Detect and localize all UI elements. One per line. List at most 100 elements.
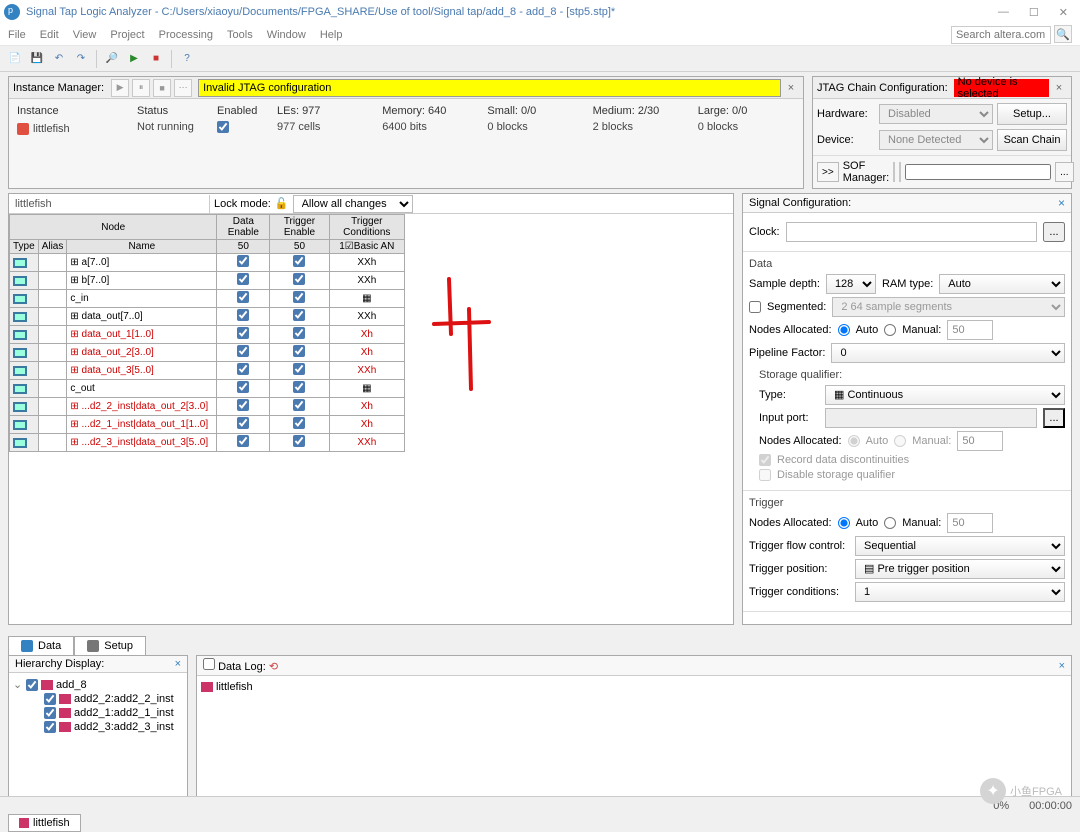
instance-row[interactable]: littlefish (13, 119, 133, 138)
menu-processing[interactable]: Processing (159, 29, 213, 41)
flow-select[interactable]: Sequential (855, 536, 1065, 556)
trigger-condition[interactable]: Xh (329, 344, 404, 362)
de-checkbox[interactable] (237, 327, 249, 339)
te-checkbox[interactable] (293, 435, 305, 447)
signal-config-close[interactable]: × (1058, 196, 1065, 210)
device-select[interactable]: None Detected (879, 130, 993, 150)
tab-data[interactable]: Data (8, 636, 74, 655)
te-checkbox[interactable] (293, 399, 305, 411)
te-checkbox[interactable] (293, 255, 305, 267)
sof-program-icon[interactable] (899, 162, 901, 182)
trigger-condition[interactable]: Xh (329, 398, 404, 416)
table-row[interactable]: ⊞ a[7..0] XXh (10, 254, 405, 272)
de-checkbox[interactable] (237, 399, 249, 411)
hier-child[interactable]: add2_1:add2_1_inst (31, 706, 183, 720)
trigger-condition[interactable]: XXh (329, 308, 404, 326)
cond-select[interactable]: 1 (855, 582, 1065, 602)
search-input[interactable] (951, 26, 1051, 44)
de-checkbox[interactable] (237, 363, 249, 375)
sof-attach-icon[interactable] (893, 162, 895, 182)
minimize-button[interactable]: — (998, 6, 1009, 19)
de-checkbox[interactable] (237, 273, 249, 285)
menu-view[interactable]: View (73, 29, 97, 41)
segmented-checkbox[interactable] (749, 301, 761, 313)
jtag-close-icon[interactable]: × (1051, 82, 1067, 94)
type-select[interactable]: ▦ Continuous (825, 385, 1065, 405)
datalog-close[interactable]: × (1059, 660, 1065, 672)
menu-file[interactable]: File (8, 29, 26, 41)
nodes-manual-radio[interactable] (884, 324, 896, 336)
trigger-condition[interactable]: XXh (329, 254, 404, 272)
datalog-refresh-icon[interactable]: ⟲ (269, 661, 278, 673)
enabled-checkbox[interactable] (217, 121, 229, 133)
im-btn-3[interactable]: ■ (153, 79, 171, 97)
maximize-button[interactable]: ☐ (1029, 6, 1039, 19)
de-checkbox[interactable] (237, 345, 249, 357)
trigger-condition[interactable]: ▦ (329, 290, 404, 308)
de-checkbox[interactable] (237, 435, 249, 447)
te-checkbox[interactable] (293, 291, 305, 303)
menu-project[interactable]: Project (110, 29, 144, 41)
te-checkbox[interactable] (293, 417, 305, 429)
te-checkbox[interactable] (293, 309, 305, 321)
menu-tools[interactable]: Tools (227, 29, 253, 41)
hier-root[interactable]: ⌄add_8 (13, 677, 183, 692)
datalog-item[interactable]: littlefish (201, 680, 1067, 694)
trigger-condition[interactable]: XXh (329, 272, 404, 290)
sof-expand-button[interactable]: >> (817, 162, 839, 182)
im-close-icon[interactable]: × (783, 82, 799, 94)
close-button[interactable]: ✕ (1059, 6, 1068, 19)
de-checkbox[interactable] (237, 381, 249, 393)
table-row[interactable]: ⊞ b[7..0] XXh (10, 272, 405, 290)
table-row[interactable]: ⊞ data_out_1[1..0] Xh (10, 326, 405, 344)
col-basic[interactable]: 1☑Basic AN (329, 240, 404, 254)
trigger-condition[interactable]: XXh (329, 362, 404, 380)
de-checkbox[interactable] (237, 309, 249, 321)
trigger-condition[interactable]: Xh (329, 416, 404, 434)
find-icon[interactable]: 🔎 (103, 50, 121, 68)
te-checkbox[interactable] (293, 345, 305, 357)
te-checkbox[interactable] (293, 381, 305, 393)
setup-button[interactable]: Setup... (997, 103, 1067, 125)
sample-depth-select[interactable]: 128 (826, 274, 876, 294)
de-checkbox[interactable] (237, 255, 249, 267)
hier-child[interactable]: add2_3:add2_3_inst (31, 720, 183, 734)
datalog-check[interactable] (203, 658, 215, 670)
redo-icon[interactable]: ↷ (72, 50, 90, 68)
trig-manual-radio[interactable] (884, 517, 896, 529)
table-row[interactable]: ⊞ ...d2_2_inst|data_out_2[3..0] Xh (10, 398, 405, 416)
sof-path-input[interactable] (905, 164, 1051, 180)
trigger-condition[interactable]: XXh (329, 434, 404, 452)
im-btn-1[interactable]: ▶ (111, 79, 129, 97)
menu-help[interactable]: Help (320, 29, 343, 41)
table-row[interactable]: ⊞ data_out[7..0] XXh (10, 308, 405, 326)
scan-chain-button[interactable]: Scan Chain (997, 129, 1067, 151)
stop-icon[interactable]: ■ (147, 50, 165, 68)
te-checkbox[interactable] (293, 363, 305, 375)
trigger-condition[interactable]: ▦ (329, 380, 404, 398)
bottom-tab-instance[interactable]: littlefish (8, 814, 81, 832)
tab-setup[interactable]: Setup (74, 636, 146, 655)
im-btn-4[interactable]: ⋯ (174, 79, 192, 97)
table-row[interactable]: ⊞ data_out_2[3..0] Xh (10, 344, 405, 362)
sof-browse-button[interactable]: ... (1055, 162, 1073, 182)
help-icon[interactable]: ? (178, 50, 196, 68)
te-checkbox[interactable] (293, 327, 305, 339)
hier-close[interactable]: × (175, 658, 181, 670)
ramtype-select[interactable]: Auto (939, 274, 1065, 294)
nodes-auto-radio[interactable] (838, 324, 850, 336)
im-btn-2[interactable]: ⏸ (132, 79, 150, 97)
save-icon[interactable]: 💾 (28, 50, 46, 68)
table-row[interactable]: ⊞ data_out_3[5..0] XXh (10, 362, 405, 380)
trig-auto-radio[interactable] (838, 517, 850, 529)
table-row[interactable]: ⊞ ...d2_1_inst|data_out_1[1..0] Xh (10, 416, 405, 434)
hardware-select[interactable]: Disabled (879, 104, 993, 124)
pos-select[interactable]: ▤ Pre trigger position (855, 559, 1065, 579)
de-checkbox[interactable] (237, 417, 249, 429)
clock-browse-button[interactable]: ... (1043, 222, 1065, 242)
run-icon[interactable]: ▶ (125, 50, 143, 68)
de-checkbox[interactable] (237, 291, 249, 303)
table-row[interactable]: c_in ▦ (10, 290, 405, 308)
lock-mode-select[interactable]: Allow all changes (293, 195, 413, 213)
new-icon[interactable]: 📄 (6, 50, 24, 68)
